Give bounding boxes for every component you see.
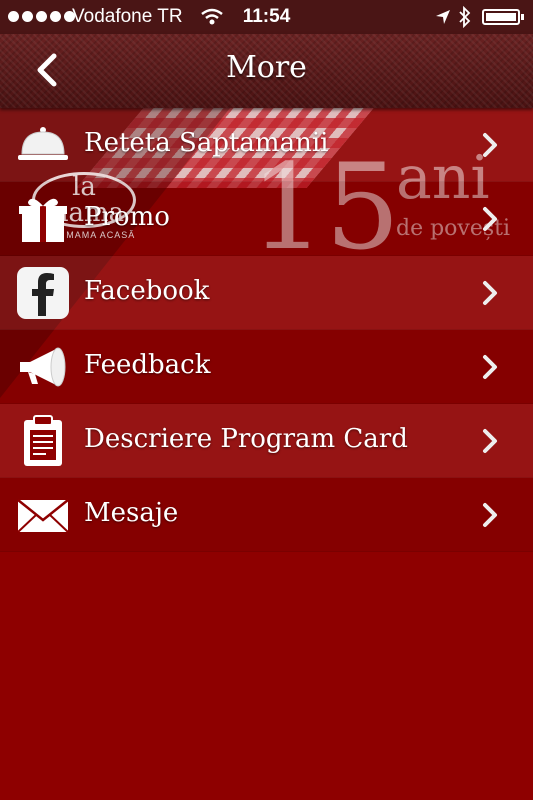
menu-item-label: Facebook bbox=[84, 276, 210, 306]
location-arrow-icon bbox=[436, 10, 450, 24]
chevron-right-icon bbox=[483, 503, 497, 527]
status-time: 11:54 bbox=[242, 6, 291, 27]
chevron-right-icon bbox=[483, 281, 497, 305]
more-menu-list: Reteta Saptamanii Promo Facebook Feedbac… bbox=[0, 108, 533, 552]
navigation-bar: More bbox=[0, 34, 533, 108]
page-title: More bbox=[226, 50, 307, 85]
chevron-right-icon bbox=[483, 429, 497, 453]
chevron-right-icon bbox=[483, 133, 497, 157]
facebook-icon bbox=[17, 267, 69, 319]
menu-item-label: Feedback bbox=[84, 350, 211, 380]
menu-item-facebook[interactable]: Facebook bbox=[0, 256, 533, 330]
menu-item-descriere-program-card[interactable]: Descriere Program Card bbox=[0, 404, 533, 478]
menu-item-label: Reteta Saptamanii bbox=[84, 128, 329, 158]
menu-item-promo[interactable]: Promo bbox=[0, 182, 533, 256]
status-bar: Vodafone TR 11:54 bbox=[0, 0, 533, 34]
menu-item-label: Descriere Program Card bbox=[84, 424, 408, 454]
megaphone-icon bbox=[20, 347, 66, 387]
chevron-right-icon bbox=[483, 355, 497, 379]
battery-tip bbox=[521, 14, 524, 20]
cloche-icon bbox=[18, 127, 68, 160]
chevron-right-icon bbox=[483, 207, 497, 231]
menu-item-reteta-saptamanii[interactable]: Reteta Saptamanii bbox=[0, 108, 533, 182]
bluetooth-icon bbox=[459, 6, 471, 28]
menu-item-label: Mesaje bbox=[84, 498, 179, 528]
menu-item-label: Promo bbox=[84, 202, 170, 232]
gift-icon bbox=[19, 198, 67, 242]
menu-item-feedback[interactable]: Feedback bbox=[0, 330, 533, 404]
clipboard-icon bbox=[24, 415, 62, 466]
menu-item-mesaje[interactable]: Mesaje bbox=[0, 478, 533, 552]
envelope-icon bbox=[17, 499, 69, 533]
battery-icon bbox=[482, 9, 520, 25]
